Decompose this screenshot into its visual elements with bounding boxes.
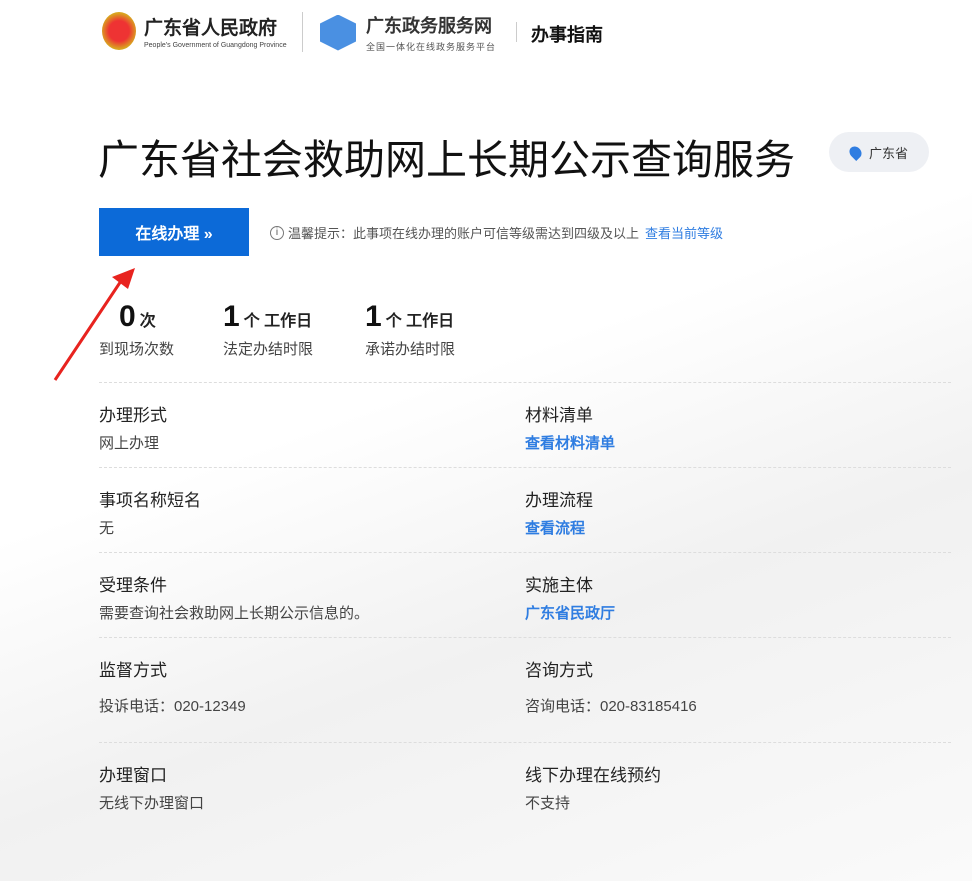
tip: i 温馨提示：此事项在线办理的账户可信等级需达到四级及以上 查看当前等级	[270, 223, 723, 242]
detail-item: 实施主体广东省民政厅	[525, 553, 951, 637]
details-6-v: 投诉电话：020-12349	[99, 698, 246, 715]
details-4-v: 需要查询社会救助网上长期公示信息的。	[99, 605, 370, 622]
region-badge[interactable]: 广东省	[829, 132, 929, 172]
view-level-link[interactable]: 查看当前等级	[645, 223, 723, 242]
materials-link[interactable]: 查看材料清单	[525, 432, 951, 453]
gov-subtitle: People's Government of Guangdong Provinc…	[144, 42, 287, 49]
details-7-v: 咨询电话：020-83185416	[525, 698, 697, 715]
online-apply-button[interactable]: 在线办理 »	[99, 208, 249, 256]
detail-item: 材料清单查看材料清单	[525, 383, 951, 467]
stats-2-label: 承诺办结时限	[365, 341, 456, 358]
details-4-k: 受理条件	[99, 576, 167, 595]
portal-title: 广东政务服务网	[366, 16, 492, 36]
region-label: 广东省	[868, 145, 908, 161]
stats-1-label: 法定办结时限	[223, 341, 314, 358]
pinwheel-icon	[320, 14, 356, 51]
process-link[interactable]: 查看流程	[525, 517, 951, 538]
details-grid: 办理形式 网上办理 材料清单 查看材料清单 事项名称短名无办理流程 查看流程 受理条件需…	[99, 382, 951, 827]
details-8-v: 无线下办理窗口	[99, 795, 205, 812]
details-1-k: 材料清单	[525, 406, 593, 425]
details-9-v: 不支持	[525, 795, 571, 812]
stats-2-num: 1	[365, 300, 382, 333]
gov-title: 广东省人民政府	[144, 18, 278, 39]
location-pin-icon	[846, 143, 864, 161]
gov-logo[interactable]: 广东省人民政府 People's Government of Guangdong…	[102, 12, 287, 50]
details-5-k: 实施主体	[525, 576, 593, 595]
details-0-k: 办理形式	[99, 406, 167, 425]
detail-item: 办理窗口无线下办理窗口	[99, 743, 525, 827]
section-title: 办事指南	[531, 25, 603, 45]
details-2-v: 无	[99, 520, 115, 537]
detail-item: 事项名称短名无	[99, 468, 525, 552]
portal-subtitle: 全国一体化在线政务服务平台	[366, 42, 497, 52]
detail-item: 办理形式 网上办理	[99, 383, 525, 467]
details-2-k: 事项名称短名	[99, 491, 201, 510]
agency-link[interactable]: 广东省民政厅	[525, 602, 951, 623]
details-7-k: 咨询方式	[525, 661, 593, 680]
stats-1-num: 1	[223, 300, 240, 333]
detail-item: 咨询方式咨询电话：020-83185416	[525, 638, 951, 742]
detail-item: 监督方式投诉电话：020-12349	[99, 638, 525, 742]
detail-item: 线下办理在线预约 不支持	[525, 743, 951, 827]
stats-0-unit: 次	[139, 313, 156, 330]
stats-2-unit: 个 工作日	[385, 313, 455, 330]
header: 广东省人民政府 People's Government of Guangdong…	[0, 0, 972, 78]
detail-item: 受理条件需要查询社会救助网上长期公示信息的。	[99, 553, 525, 637]
stats-0-num: 0	[119, 300, 136, 333]
detail-item: 办理流程 查看流程	[525, 468, 951, 552]
details-9-k: 线下办理在线预约	[525, 766, 661, 785]
national-emblem-icon	[102, 12, 136, 50]
details-0-v: 网上办理	[99, 435, 160, 452]
divider	[302, 12, 303, 52]
divider	[516, 22, 517, 42]
stats-0-label: 到现场次数	[99, 341, 175, 358]
details-6-k: 监督方式	[99, 661, 167, 680]
tip-text: 温馨提示：此事项在线办理的账户可信等级需达到四级及以上	[288, 226, 640, 241]
details-8-k: 办理窗口	[99, 766, 167, 785]
details-3-k: 办理流程	[525, 491, 593, 510]
info-icon: i	[270, 225, 284, 240]
portal-logo[interactable]: 广东政务服务网 全国一体化在线政务服务平台	[320, 12, 496, 53]
page-title: 广东省社会救助网上长期公示查询服务	[98, 137, 795, 183]
stats-1-unit: 个 工作日	[243, 313, 313, 330]
stat-promised-limit: 1个 工作日承诺办结时限	[365, 300, 455, 359]
stat-legal-limit: 1个 工作日法定办结时限	[223, 300, 313, 359]
stat-visits: 0 次到现场次数	[99, 300, 174, 359]
